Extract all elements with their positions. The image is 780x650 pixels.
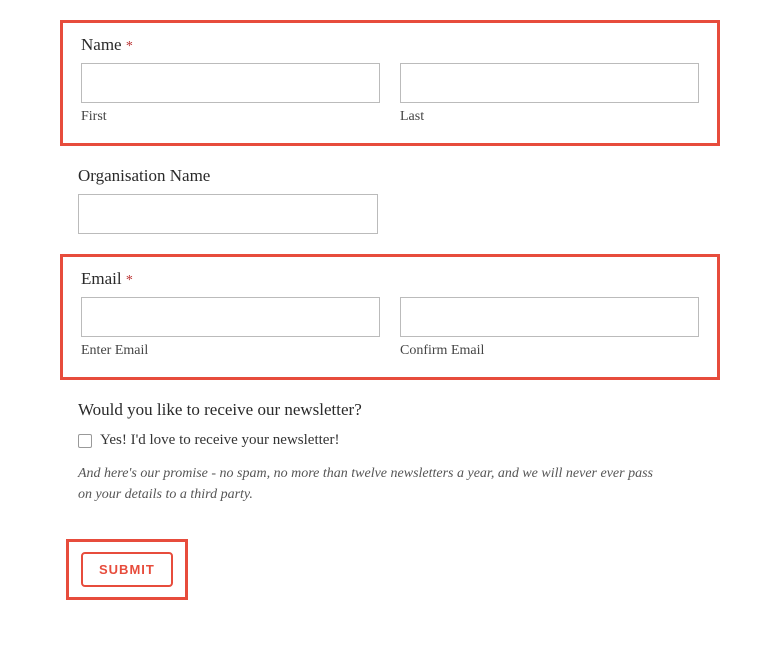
email-section: Email * Enter Email Confirm Email [60, 254, 720, 380]
name-required-marker: * [126, 39, 133, 54]
enter-email-sublabel: Enter Email [81, 343, 380, 359]
organisation-label: Organisation Name [78, 166, 702, 186]
first-name-input[interactable] [81, 63, 380, 103]
email-inputs-row: Enter Email Confirm Email [81, 297, 699, 359]
last-name-sublabel: Last [400, 109, 699, 125]
enter-email-col: Enter Email [81, 297, 380, 359]
email-label-text: Email [81, 269, 122, 288]
organisation-section: Organisation Name [60, 166, 720, 234]
submit-button[interactable]: SUBMIT [81, 552, 173, 587]
newsletter-checkbox-row[interactable]: Yes! I'd love to receive your newsletter… [78, 432, 702, 449]
newsletter-checkbox[interactable] [78, 434, 92, 448]
confirm-email-input[interactable] [400, 297, 699, 337]
name-label: Name * [81, 35, 699, 55]
newsletter-section: Would you like to receive our newsletter… [60, 400, 720, 505]
first-name-sublabel: First [81, 109, 380, 125]
first-name-col: First [81, 63, 380, 125]
email-label: Email * [81, 269, 699, 289]
confirm-email-sublabel: Confirm Email [400, 343, 699, 359]
newsletter-title: Would you like to receive our newsletter… [78, 400, 702, 420]
last-name-input[interactable] [400, 63, 699, 103]
enter-email-input[interactable] [81, 297, 380, 337]
name-section: Name * First Last [60, 20, 720, 146]
email-required-marker: * [126, 273, 133, 288]
confirm-email-col: Confirm Email [400, 297, 699, 359]
last-name-col: Last [400, 63, 699, 125]
name-inputs-row: First Last [81, 63, 699, 125]
name-label-text: Name [81, 35, 122, 54]
newsletter-promise: And here's our promise - no spam, no mor… [78, 463, 658, 505]
organisation-input[interactable] [78, 194, 378, 234]
submit-section: SUBMIT [66, 539, 188, 600]
newsletter-checkbox-label: Yes! I'd love to receive your newsletter… [100, 432, 339, 449]
